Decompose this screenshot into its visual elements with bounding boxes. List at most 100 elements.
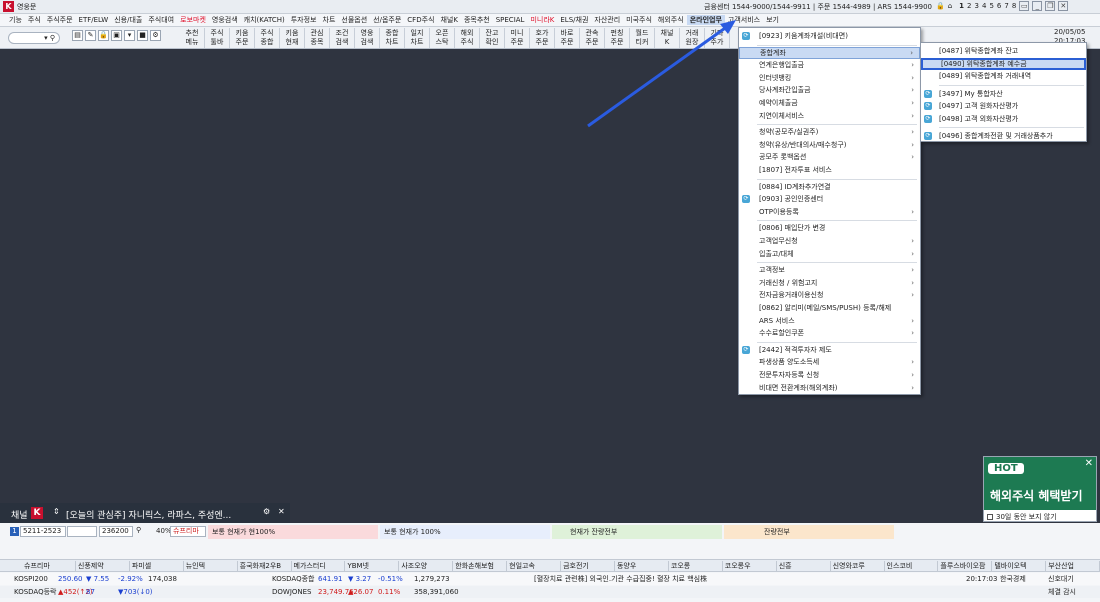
monitor-icon[interactable]: ▭	[1019, 1, 1030, 11]
close-icon[interactable]: ✕	[1085, 458, 1093, 469]
promo-popup[interactable]: HOT 해외주식 혜택받기 ✕ 30일 동안 보지 않기	[983, 456, 1097, 522]
watchlist-item[interactable]: 플루스바이오팜	[938, 560, 993, 571]
account-input[interactable]: 5211-2523	[20, 526, 66, 537]
restore-button[interactable]: ❐	[1045, 1, 1056, 11]
watchlist-item[interactable]: 코오롱	[669, 560, 723, 571]
channel-ticker-text[interactable]: [오늘의 관심주] 자니릭스, 라파스, 주성엔...	[66, 508, 231, 521]
dropdown-item-20[interactable]: 고객업무신청 ›	[739, 235, 920, 247]
toolbar-button-21[interactable]: 거래 원장	[680, 28, 705, 48]
toolbar-button-19[interactable]: 월드 티커	[630, 28, 655, 48]
watchlist-item[interactable]: 한화손해보험	[453, 560, 508, 571]
toolbar-button-10[interactable]: 일지 차트	[405, 28, 430, 48]
index-news[interactable]: [혈장치료 관련株] 외국인.기관 수급집중! 혈장 치료 핵심株	[534, 573, 707, 585]
menu-13[interactable]: 선/옵주문	[370, 15, 404, 25]
submenu-item-6[interactable]: ⟳ [0497] 고객 원화자산평가	[921, 100, 1086, 112]
quick-search-combo[interactable]: ▾ ⚲	[8, 32, 60, 44]
watchlist-item[interactable]: 뉴인텍	[184, 560, 238, 571]
dropdown-item-12[interactable]: 공모주 롯백옵션 ›	[739, 151, 920, 163]
dropdown-item-25[interactable]: 전자금융거래이용신청 ›	[739, 289, 920, 301]
dropdown-item-28[interactable]: 수수료할인쿠폰 ›	[739, 327, 920, 339]
expand-icon[interactable]: ⇕	[53, 507, 60, 516]
menu-3[interactable]: 주식주문	[44, 15, 76, 25]
watchlist-item[interactable]: 메가스터디	[292, 560, 346, 571]
watchlist-item[interactable]: 신영와코루	[831, 560, 885, 571]
menu-17[interactable]: SPECIAL	[493, 16, 528, 24]
gear-icon[interactable]: ⚙	[263, 507, 270, 516]
index-btn[interactable]: 신호대기	[1048, 573, 1074, 585]
menu-14[interactable]: CFD주식	[404, 15, 437, 25]
dropdown-item-13[interactable]: [1807] 전자투표 서비스	[739, 164, 920, 176]
watchlist-item[interactable]: 파미셀	[130, 560, 184, 571]
dropdown-item-16[interactable]: ⟳ [0903] 공인인증센터	[739, 193, 920, 205]
dropdown-item-21[interactable]: 입출고/대체 ›	[739, 248, 920, 260]
menu-20[interactable]: 자산관리	[591, 15, 623, 25]
menu-1[interactable]: 기능	[6, 15, 25, 25]
close-icon[interactable]: ✕	[278, 507, 285, 516]
dropdown-item-23[interactable]: 고객정보 ›	[739, 264, 920, 276]
page-7[interactable]: 7	[1004, 2, 1008, 10]
watchlist-item[interactable]: 흥국화재2우B	[238, 560, 292, 571]
menu-12[interactable]: 선물옵션	[338, 15, 370, 25]
page-5[interactable]: 5	[989, 2, 993, 10]
watchlist-item[interactable]: 코오롱우	[723, 560, 777, 571]
toolbar-button-22[interactable]: 기타 주가	[705, 28, 730, 48]
watchlist-item[interactable]: 현일고속	[507, 560, 562, 571]
submenu-item-3[interactable]: [0489] 위탁종합계좌 거래내역	[921, 70, 1086, 82]
info-icon[interactable]: 1	[10, 527, 19, 536]
stop-icon[interactable]: ■	[137, 30, 148, 41]
watchlist-item[interactable]: 부산산업	[1046, 560, 1100, 571]
modify-order-segment[interactable]: 잔량전부	[724, 525, 894, 539]
page-4[interactable]: 4	[982, 2, 986, 10]
sell-order-segment[interactable]: 보통 현재가 현100%	[208, 525, 378, 539]
toolbar-button-8[interactable]: 영웅 검색	[355, 28, 380, 48]
menu-5[interactable]: 신용/대출	[111, 15, 145, 25]
toolbar-button-4[interactable]: 주식 종합	[255, 28, 280, 48]
dropdown-item-30[interactable]: ⟳ [2442] 적격투자자 제도	[739, 344, 920, 356]
menu-7[interactable]: 로보마켓	[177, 15, 209, 25]
toolbar-button-12[interactable]: 해외 주식	[455, 28, 480, 48]
toolbar-button-20[interactable]: 채널 K	[655, 28, 680, 48]
page-1[interactable]: 1	[959, 2, 964, 10]
menu-6[interactable]: 주식대여	[145, 15, 177, 25]
toolbar-button-15[interactable]: 호가 주문	[530, 28, 555, 48]
menu-24[interactable]: 고객서비스	[725, 15, 763, 25]
dropdown-item-8[interactable]: 지연이체서비스 ›	[739, 110, 920, 122]
dropdown-item-15[interactable]: [0884] ID계좌추가연결	[739, 181, 920, 193]
toolbar-button-3[interactable]: 키움 주문	[230, 28, 255, 48]
close-button[interactable]: ✕	[1058, 1, 1069, 11]
search-icon[interactable]: ⚲	[136, 526, 141, 534]
index-btn[interactable]: 체결 감시	[1048, 586, 1076, 598]
dropdown-item-32[interactable]: 전문투자자등록 신청 ›	[739, 369, 920, 381]
toolbar-button-16[interactable]: 바로 주문	[555, 28, 580, 48]
toolbar-button-18[interactable]: 펀칭 주문	[605, 28, 630, 48]
toolbar-button-6[interactable]: 관심 종목	[305, 28, 330, 48]
dropdown-item-7[interactable]: 예약이체출금 ›	[739, 97, 920, 109]
toolbar-button-1[interactable]: 추천 메뉴	[180, 28, 205, 48]
settings-icon[interactable]: ⚙	[150, 30, 161, 41]
dropdown-item-11[interactable]: 청약(유상/반대의사/매수청구) ›	[739, 139, 920, 151]
menu-2[interactable]: 주식	[25, 15, 44, 25]
submenu-item-7[interactable]: ⟳ [0498] 고객 외화자산평가	[921, 113, 1086, 125]
watchlist-item[interactable]: 슈프리마	[22, 560, 76, 571]
toolbar-button-7[interactable]: 조건 검색	[330, 28, 355, 48]
menu-15[interactable]: 채널K	[437, 15, 460, 25]
page-6[interactable]: 6	[997, 2, 1001, 10]
buy-order-segment[interactable]: 보통 현재가 100%	[380, 525, 550, 539]
window-icon[interactable]: ▣	[111, 30, 122, 41]
toolbar-button-11[interactable]: 오픈 스탁	[430, 28, 455, 48]
watchlist-item[interactable]: 동양우	[615, 560, 669, 571]
minimize-button[interactable]: _	[1032, 1, 1043, 11]
dropdown-item-24[interactable]: 거래신청 / 위험고지 ›	[739, 277, 920, 289]
toolbar-button-14[interactable]: 미니 주문	[505, 28, 530, 48]
submenu-item-2[interactable]: [0490] 위탁종합계좌 예수금	[921, 57, 1086, 70]
menu-4[interactable]: ETF/ELW	[76, 16, 112, 24]
submenu-item-9[interactable]: ⟳ [0496] 종합계좌전환 및 거래상품추가	[921, 130, 1086, 142]
pencil-icon[interactable]: ✎	[85, 30, 96, 41]
menu-21[interactable]: 미국주식	[623, 15, 655, 25]
toolbar-button-9[interactable]: 종합 차트	[380, 28, 405, 48]
dropdown-item-6[interactable]: 당사계좌간입출금 ›	[739, 84, 920, 96]
lock-icon[interactable]: 🔒	[936, 2, 945, 10]
dropdown-item-4[interactable]: 연계은행입출금 ›	[739, 59, 920, 71]
submenu-item-5[interactable]: ⟳ [3497] My 통합자산	[921, 88, 1086, 100]
dont-show-checkbox[interactable]	[987, 514, 993, 520]
